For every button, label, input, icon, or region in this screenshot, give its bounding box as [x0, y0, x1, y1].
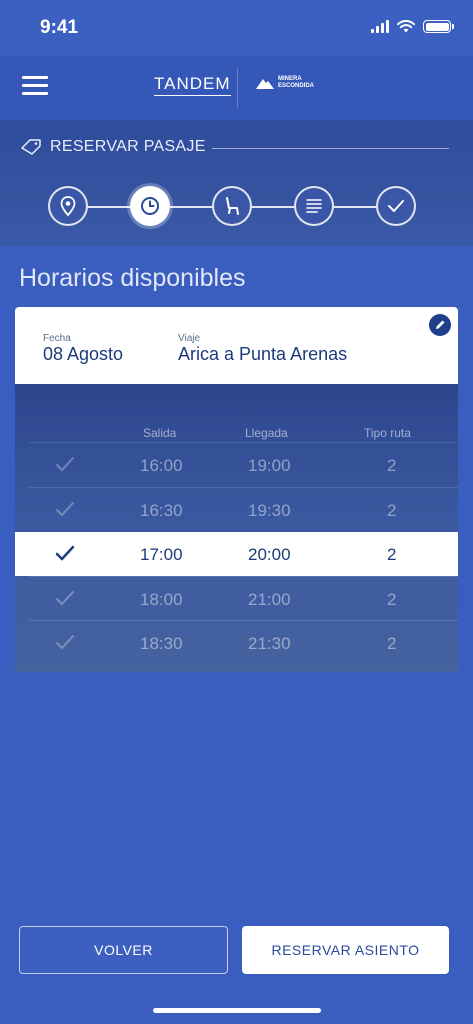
reserve-seat-button[interactable]: RESERVAR ASIENTO — [242, 926, 449, 974]
check-icon — [56, 635, 74, 650]
arrival-time: 19:00 — [248, 456, 291, 475]
app-header: TANDEM MINERA ESCONDIDA — [0, 56, 473, 120]
minera-escondida-logo: MINERA ESCONDIDA — [256, 76, 314, 90]
check-icon — [388, 200, 404, 212]
step-confirm[interactable] — [376, 186, 416, 226]
arrival-time: 21:00 — [248, 590, 291, 609]
check-icon — [56, 502, 74, 517]
departure-time: 16:30 — [140, 501, 183, 520]
check-icon — [56, 591, 74, 606]
seat-icon — [226, 197, 239, 215]
route-type: 2 — [387, 501, 397, 520]
schedule-table: Salida Llegada Tipo ruta 16:00 19:00 2 1… — [15, 384, 458, 672]
column-header-departure: Salida — [143, 426, 177, 440]
departure-time: 18:30 — [140, 634, 183, 653]
column-header-arrival: Llegada — [245, 426, 288, 440]
status-bar: 9:41 — [0, 0, 473, 56]
page-title: Horarios disponibles — [19, 264, 246, 292]
departure-time: 16:00 — [140, 456, 183, 475]
arrival-time: 20:00 — [248, 545, 291, 564]
clock-icon — [141, 197, 159, 215]
list-icon — [306, 199, 322, 213]
route-value: Arica a Punta Arenas — [178, 344, 348, 364]
minera-logo-line1: MINERA — [278, 76, 302, 82]
check-icon — [56, 457, 74, 472]
schedule-row[interactable]: 16:30 19:30 2 — [29, 487, 458, 531]
schedule-row-selected[interactable]: 17:00 20:00 2 — [15, 532, 458, 576]
location-pin-icon — [60, 196, 76, 216]
schedule-row[interactable]: 18:00 21:00 2 — [29, 576, 458, 620]
home-indicator — [153, 1008, 321, 1013]
route-label: Viaje — [178, 333, 201, 344]
battery-icon — [423, 20, 454, 33]
route-type: 2 — [387, 545, 397, 564]
section-header: RESERVAR PASAJE — [20, 138, 206, 156]
status-icons — [371, 20, 454, 33]
column-header-route-type: Tipo ruta — [364, 426, 411, 440]
hamburger-menu-button[interactable] — [22, 76, 48, 98]
tandem-logo: TANDEM — [154, 74, 231, 96]
section-divider — [212, 148, 449, 149]
date-value: 08 Agosto — [43, 344, 124, 364]
trip-summary-card: Fecha 08 Agosto Viaje Arica a Punta Aren… — [15, 307, 458, 393]
departure-time: 18:00 — [140, 590, 183, 609]
cellular-signal-icon — [371, 20, 389, 33]
route-type: 2 — [387, 590, 397, 609]
step-schedule[interactable] — [130, 186, 170, 226]
schedule-row[interactable]: 16:00 19:00 2 — [29, 442, 458, 486]
back-button[interactable]: VOLVER — [19, 926, 228, 974]
schedule-row[interactable]: 18:30 21:30 2 — [29, 620, 458, 664]
booking-progress-panel: RESERVAR PASAJE — [0, 120, 473, 246]
wifi-icon — [397, 20, 415, 33]
departure-time: 17:00 — [140, 545, 183, 564]
booking-stepper — [48, 186, 416, 226]
edit-trip-button[interactable] — [429, 314, 451, 336]
status-time: 9:41 — [40, 17, 79, 38]
ticket-icon — [21, 139, 41, 155]
route-type: 2 — [387, 634, 397, 653]
minera-logo-line2: ESCONDIDA — [278, 83, 315, 89]
step-summary[interactable] — [294, 186, 334, 226]
arrival-time: 21:30 — [248, 634, 291, 653]
arrival-time: 19:30 — [248, 501, 291, 520]
section-title: RESERVAR PASAJE — [50, 138, 206, 155]
step-location[interactable] — [48, 186, 88, 226]
pencil-icon — [436, 320, 445, 329]
mountain-icon — [256, 79, 274, 89]
route-type: 2 — [387, 456, 397, 475]
logo-divider — [237, 68, 238, 108]
step-seat[interactable] — [212, 186, 252, 226]
date-label: Fecha — [43, 333, 71, 344]
check-icon — [55, 545, 75, 561]
